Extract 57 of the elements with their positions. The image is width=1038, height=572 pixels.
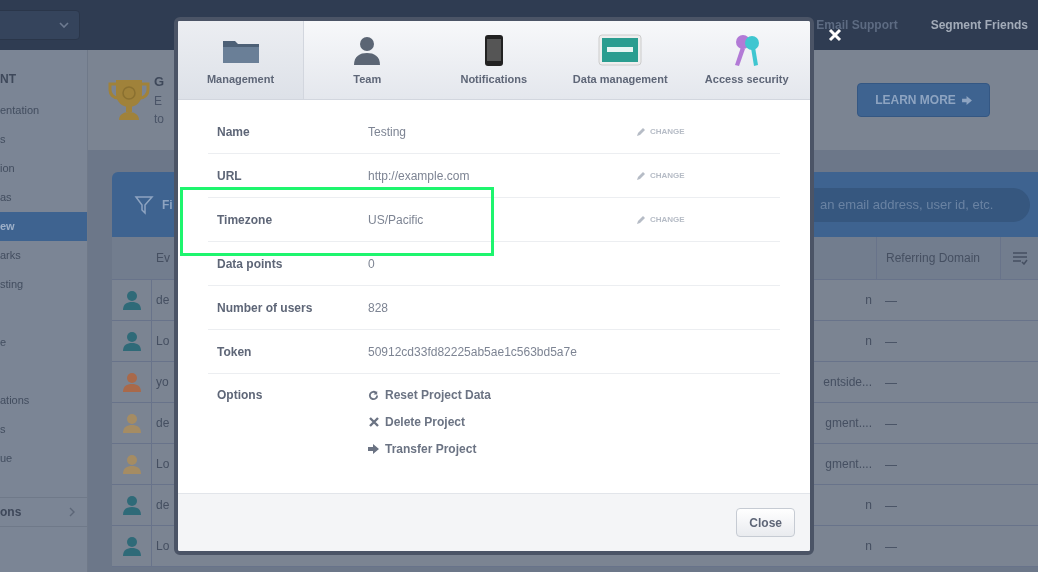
change-link[interactable]: CHANGE (636, 125, 685, 138)
option-link[interactable]: Transfer Project (368, 440, 492, 458)
tab[interactable]: Team (304, 21, 431, 99)
arrow-right-icon (368, 444, 379, 454)
screen-icon (598, 32, 643, 67)
dropdown[interactable] (0, 10, 80, 40)
option-link[interactable]: Reset Project Data (368, 386, 492, 404)
pencil-icon (636, 170, 646, 181)
field-label: Name (216, 123, 251, 141)
refresh-icon (368, 389, 379, 401)
table-cell: — (885, 458, 897, 472)
table-cell: — (885, 499, 897, 513)
pencil-icon (636, 126, 646, 137)
field-label: Timezone (216, 211, 274, 229)
sidebar-heading: NT (0, 71, 17, 88)
field-value: 0 (368, 255, 376, 273)
close-button[interactable]: Close (736, 508, 795, 537)
table-cell: — (885, 376, 897, 390)
field-label: Data points (216, 255, 284, 273)
field-value: 828 (368, 299, 390, 317)
table-cell: — (885, 335, 897, 349)
columns-icon[interactable] (1011, 251, 1028, 265)
filter-label: Fi (162, 196, 173, 214)
chevron-down-icon (59, 22, 69, 28)
learn-more-button[interactable]: LEARN MORE (857, 83, 990, 117)
field-value: Testing (368, 123, 408, 141)
table-cell: — (885, 294, 897, 308)
field-label: URL (216, 167, 243, 185)
close-icon[interactable] (828, 28, 842, 42)
sidebar-item[interactable]: ons (0, 497, 87, 527)
chevron-right-icon (69, 507, 75, 517)
nav-link[interactable]: Segment Friends (930, 16, 1028, 34)
arrow-right-icon (961, 95, 972, 105)
table-cell: — (885, 417, 897, 431)
option-link[interactable]: Delete Project (368, 413, 492, 431)
table-cell: — (885, 540, 897, 554)
field-value: http://example.com (368, 167, 471, 185)
field-value: 50912cd33fd82225ab5ae1c563bd5a7e (368, 343, 578, 361)
trophy-icon (108, 78, 150, 122)
sidebar-item[interactable]: ations (0, 386, 87, 415)
change-link[interactable]: CHANGE (636, 169, 685, 182)
sidebar-item[interactable]: entation (0, 96, 87, 125)
sidebar-item[interactable]: ew (0, 212, 87, 241)
x-icon (368, 417, 379, 427)
tab[interactable]: Notifications (430, 21, 557, 99)
promo-title: G (154, 73, 165, 92)
field-value: US/Pacific (368, 211, 425, 229)
sidebar-item[interactable]: ion (0, 154, 87, 183)
change-link[interactable]: CHANGE (636, 213, 685, 226)
field-label: Options (216, 387, 264, 404)
tab[interactable]: Access security (683, 21, 810, 99)
tab[interactable]: Management (178, 21, 304, 99)
field-label: Number of users (216, 299, 314, 317)
field-label: Token (216, 343, 253, 361)
filter-icon (134, 194, 154, 215)
pencil-icon (636, 214, 646, 225)
tab[interactable]: Data management (557, 21, 684, 99)
